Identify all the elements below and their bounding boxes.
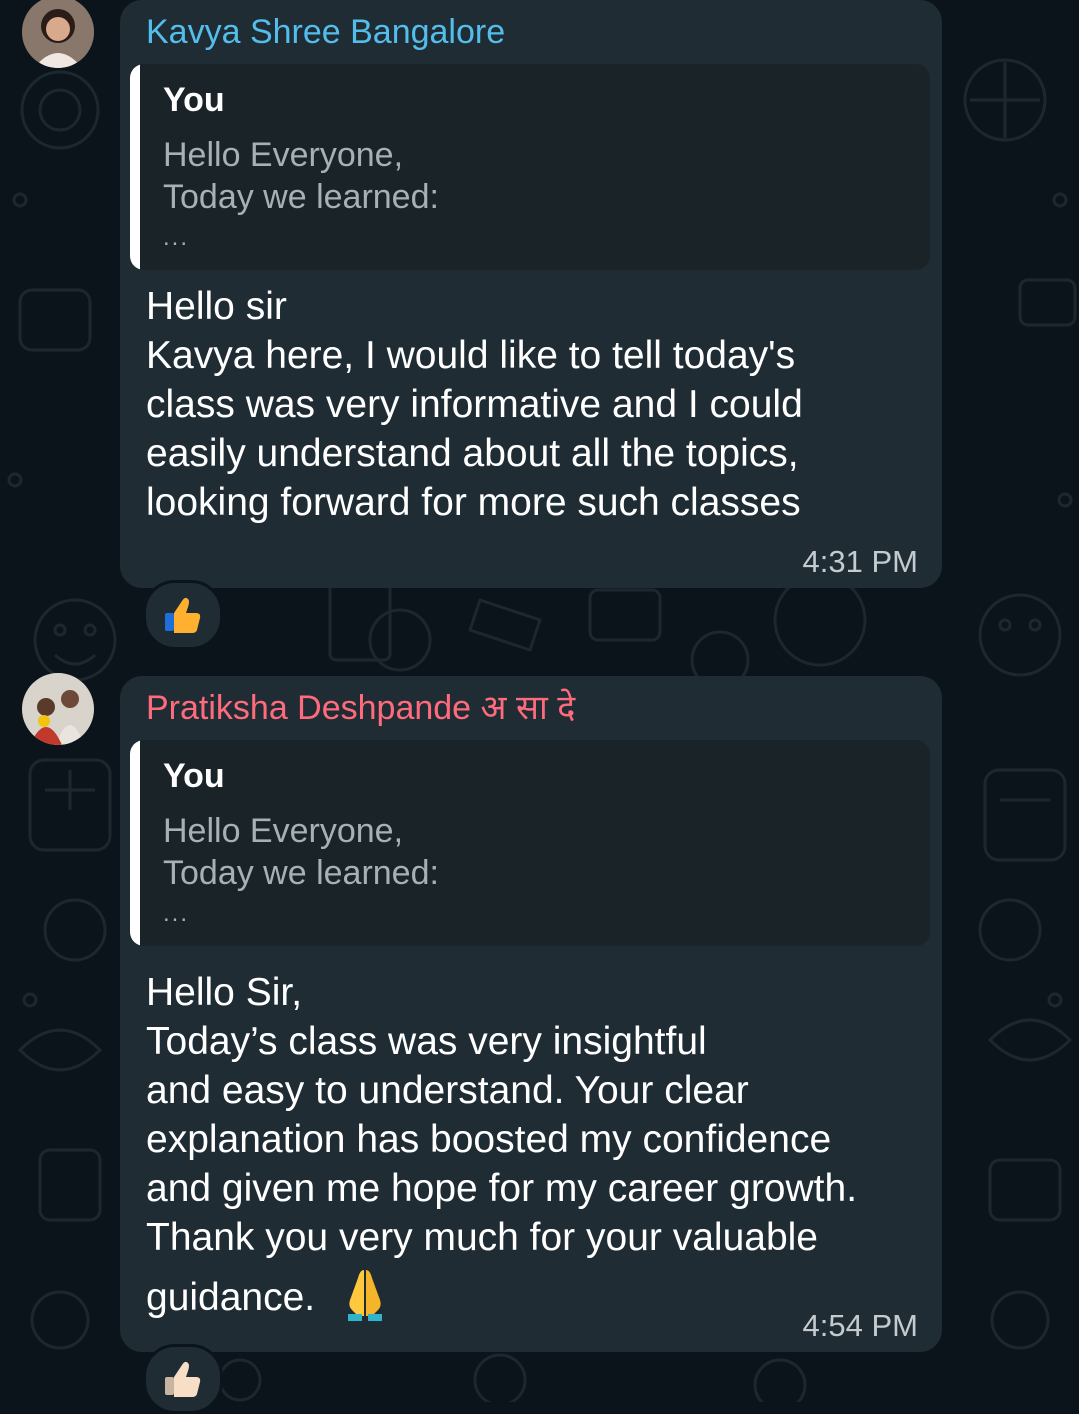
quoted-author: You	[163, 757, 225, 795]
quoted-ellipsis: ...	[163, 224, 190, 251]
thumbs-up-light-skin-icon	[165, 1361, 201, 1397]
message-text-line: and given me hope for my career growth.	[146, 1167, 858, 1210]
quote-bar	[130, 740, 140, 946]
quoted-text-line: Hello Everyone,	[163, 812, 404, 850]
quoted-text-line: Today we learned:	[163, 178, 439, 216]
message-text-line: guidance.	[146, 1276, 316, 1319]
message-text-line: Thank you very much for your valuable	[146, 1216, 818, 1259]
message-bubble[interactable]: Pratiksha Deshpande अ सा दे You Hello Ev…	[120, 676, 942, 1352]
quoted-message[interactable]: You Hello Everyone, Today we learned: ..…	[130, 740, 930, 946]
message-text-line: Hello Sir,	[146, 971, 303, 1014]
avatar[interactable]	[22, 673, 94, 745]
reaction-badge[interactable]	[143, 1344, 223, 1414]
avatar-photo-icon	[22, 673, 94, 745]
message-text-line: Kavya here, I would like to tell today's	[146, 334, 796, 377]
quoted-author: You	[163, 81, 225, 119]
quoted-text-line: Hello Everyone,	[163, 136, 404, 174]
message-bubble[interactable]: Kavya Shree Bangalore You Hello Everyone…	[120, 0, 942, 588]
message-text-line: explanation has boosted my confidence	[146, 1118, 832, 1161]
message-text-line: class was very informative and I could	[146, 383, 803, 426]
message-text-line: Hello sir	[146, 285, 287, 328]
quoted-message[interactable]: You Hello Everyone, Today we learned: ..…	[130, 64, 930, 270]
message-timestamp: 4:54 PM	[802, 1308, 918, 1343]
folded-hands-icon	[348, 1270, 382, 1321]
message-text-line: looking forward for more such classes	[146, 481, 801, 524]
quoted-text-line: Today we learned:	[163, 854, 439, 892]
thumbs-up-icon	[165, 597, 201, 633]
quote-bar	[130, 64, 140, 270]
sender-name[interactable]: Pratiksha Deshpande अ सा दे	[146, 686, 575, 730]
message-text-line: Today’s class was very insightful	[146, 1020, 707, 1063]
sender-name[interactable]: Kavya Shree Bangalore	[146, 10, 505, 54]
message-timestamp: 4:31 PM	[802, 544, 918, 579]
message-text-line: easily understand about all the topics,	[146, 432, 799, 475]
message-text-line: and easy to understand. Your clear	[146, 1069, 749, 1112]
quoted-ellipsis: ...	[163, 900, 190, 927]
reaction-badge[interactable]	[143, 580, 223, 650]
